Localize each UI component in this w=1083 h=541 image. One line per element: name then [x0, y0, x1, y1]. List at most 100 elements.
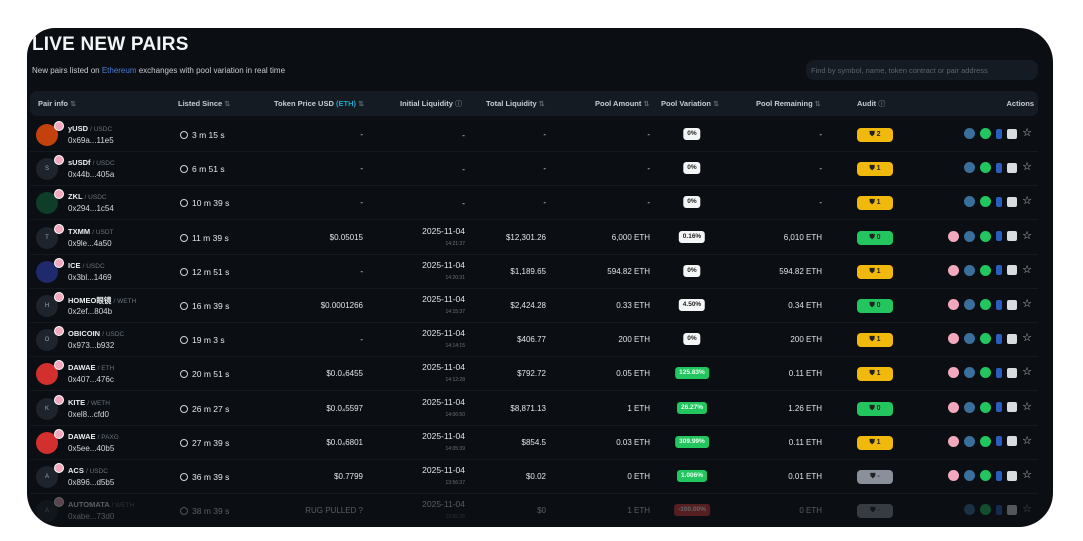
swap-icon[interactable] [980, 435, 992, 447]
pair-symbol[interactable]: HOMEO眼镜 / WETH [68, 295, 136, 306]
lock-icon[interactable] [996, 196, 1003, 207]
swap-icon[interactable] [980, 128, 992, 139]
lock-icon[interactable] [996, 402, 1003, 413]
audit-badge[interactable]: ⛊ 1 [857, 333, 893, 348]
contract-icon[interactable] [1007, 367, 1018, 378]
audit-badge[interactable]: ⛊ 1 [857, 264, 893, 279]
audit-badge[interactable]: ⛊ 2 [857, 128, 893, 142]
lock-icon[interactable] [996, 299, 1003, 310]
star-icon[interactable]: ☆ [1022, 196, 1032, 207]
pair-address[interactable]: 0xabe...73d0 [68, 512, 114, 521]
star-icon[interactable]: ☆ [1022, 128, 1032, 139]
table-row[interactable]: T TXMM / USDT 0x9le...4a50 11 m 39 s $0.… [30, 221, 1038, 255]
col-pool-amount[interactable]: Pool Amount ⇅ [595, 99, 649, 108]
pair-symbol[interactable]: ICE / USDC [68, 261, 105, 270]
table-row[interactable]: H HOMEO眼镜 / WETH 0x2ef...804b 16 m 39 s … [30, 289, 1038, 323]
table-row[interactable]: K KITE / WETH 0xel8...cfd0 26 m 27 s $0.… [30, 392, 1038, 426]
star-icon[interactable]: ☆ [1022, 367, 1032, 378]
col-pair-info[interactable]: Pair info ⇅ [38, 99, 76, 108]
col-pool-remaining[interactable]: Pool Remaining ⇅ [756, 99, 821, 108]
audit-badge[interactable]: ⛊ 0 [857, 401, 893, 416]
pair-address[interactable]: 0x69a...11e5 [68, 136, 114, 145]
star-icon[interactable]: ☆ [1022, 435, 1032, 447]
audit-badge[interactable]: ⛊ 1 [857, 162, 893, 177]
dex-icon[interactable] [948, 230, 960, 242]
table-row[interactable]: DAWAE / ETH 0x407...476c 20 m 51 s $0.0₄… [30, 357, 1038, 392]
col-pool-variation[interactable]: Pool Variation ⇅ [661, 99, 719, 108]
swap-icon[interactable] [980, 367, 992, 379]
chart-icon[interactable] [964, 470, 976, 481]
swap-icon[interactable] [980, 230, 992, 242]
pair-address[interactable]: 0x44b...405a [68, 170, 114, 179]
contract-icon[interactable] [1007, 470, 1018, 481]
dex-icon[interactable] [948, 435, 960, 447]
pair-address[interactable]: 0x9le...4a50 [68, 239, 112, 248]
chart-icon[interactable] [964, 162, 976, 174]
col-listed-since[interactable]: Listed Since ⇅ [178, 99, 230, 108]
star-icon[interactable]: ☆ [1022, 470, 1032, 481]
chart-icon[interactable] [964, 264, 976, 276]
contract-icon[interactable] [1007, 231, 1018, 242]
table-row[interactable]: S sUSDf / USDC 0x44b...405a 6 m 51 s - -… [30, 152, 1038, 187]
contract-icon[interactable] [1007, 196, 1018, 207]
pair-address[interactable]: 0x5ee...40b5 [68, 444, 114, 453]
chart-icon[interactable] [964, 333, 976, 345]
pair-address[interactable]: 0xel8...cfd0 [68, 410, 109, 419]
chart-icon[interactable] [964, 230, 976, 242]
pair-symbol[interactable]: ZKL / USDC [68, 192, 107, 201]
col-total-liquidity[interactable]: Total Liquidity ⇅ [486, 99, 545, 108]
dex-icon[interactable] [948, 264, 960, 276]
audit-badge[interactable]: ⛊ - [857, 470, 893, 484]
swap-icon[interactable] [980, 196, 992, 208]
lock-icon[interactable] [996, 128, 1003, 139]
pair-address[interactable]: 0x294...1c54 [68, 204, 114, 213]
contract-icon[interactable] [1007, 504, 1018, 515]
lock-icon[interactable] [996, 436, 1003, 447]
contract-icon[interactable] [1007, 265, 1018, 276]
audit-badge[interactable]: ⛊ 1 [857, 196, 893, 211]
dex-icon[interactable] [948, 299, 960, 310]
dex-icon[interactable] [948, 470, 960, 481]
swap-icon[interactable] [980, 299, 992, 310]
chart-icon[interactable] [964, 401, 976, 413]
chart-icon[interactable] [964, 367, 976, 379]
pair-address[interactable]: 0x407...476c [68, 375, 114, 384]
table-row[interactable]: A ACS / USDC 0x896...d5b5 36 m 39 s $0.7… [30, 460, 1038, 494]
table-row[interactable]: A AUTOMATA / WETH 0xabe...73d0 38 m 39 s… [30, 494, 1038, 527]
lock-icon[interactable] [996, 470, 1003, 481]
chart-icon[interactable] [964, 128, 976, 139]
pair-symbol[interactable]: DAWAE / ETH [68, 363, 114, 372]
swap-icon[interactable] [980, 504, 992, 516]
pair-symbol[interactable]: DAWAE / PAXG [68, 432, 119, 441]
dex-icon[interactable] [948, 333, 960, 345]
star-icon[interactable]: ☆ [1022, 299, 1032, 310]
pair-symbol[interactable]: yUSD / USDC [68, 124, 112, 133]
lock-icon[interactable] [996, 231, 1003, 242]
chart-icon[interactable] [964, 504, 976, 516]
swap-icon[interactable] [980, 333, 992, 345]
pair-address[interactable]: 0x973...b932 [68, 341, 114, 350]
contract-icon[interactable] [1007, 128, 1018, 139]
col-token-price[interactable]: Token Price USD (ETH) ⇅ [274, 99, 364, 108]
audit-badge[interactable]: ⛊ 0 [857, 299, 893, 313]
dex-icon[interactable] [948, 367, 960, 379]
table-row[interactable]: O OBICOIN / USDC 0x973...b932 19 m 3 s -… [30, 323, 1038, 358]
pair-symbol[interactable]: OBICOIN / USDC [68, 329, 124, 338]
pair-symbol[interactable]: KITE / WETH [68, 398, 110, 407]
star-icon[interactable]: ☆ [1022, 504, 1032, 515]
pair-address[interactable]: 0x2ef...804b [68, 307, 112, 316]
contract-icon[interactable] [1007, 402, 1018, 413]
pair-symbol[interactable]: TXMM / USDT [68, 227, 114, 236]
pair-symbol[interactable]: ACS / USDC [68, 466, 108, 475]
audit-badge[interactable]: ⛊ - [857, 504, 893, 519]
star-icon[interactable]: ☆ [1022, 162, 1032, 173]
contract-icon[interactable] [1007, 162, 1018, 173]
swap-icon[interactable] [980, 162, 992, 174]
pair-address[interactable]: 0x896...d5b5 [68, 478, 114, 487]
audit-badge[interactable]: ⛊ 1 [857, 435, 893, 450]
contract-icon[interactable] [1007, 333, 1018, 344]
col-initial-liquidity[interactable]: Initial Liquidity ⓘ [400, 99, 462, 109]
ethereum-link[interactable]: Ethereum [102, 66, 137, 75]
table-row[interactable]: yUSD / USDC 0x69a...11e5 3 m 15 s - - - … [30, 118, 1038, 152]
lock-icon[interactable] [996, 504, 1003, 515]
